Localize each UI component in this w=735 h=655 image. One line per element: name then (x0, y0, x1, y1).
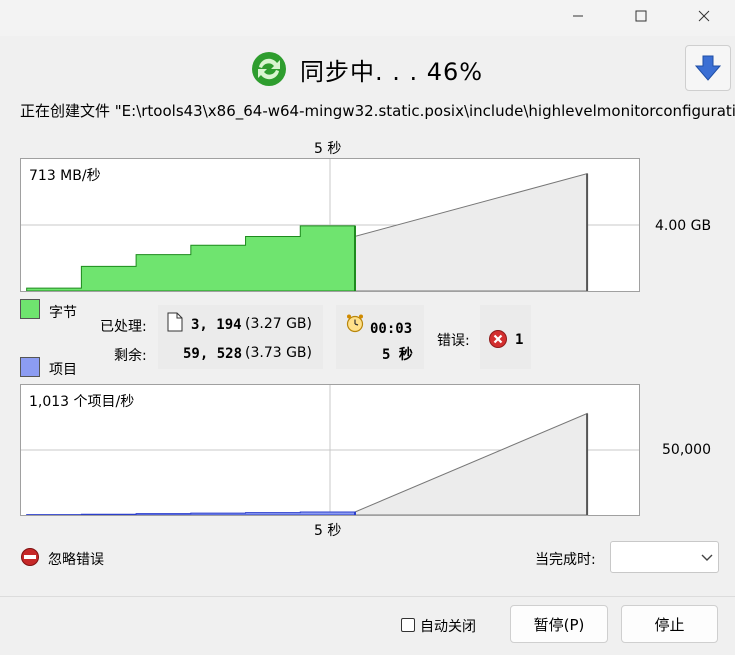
error-icon (488, 329, 508, 353)
stop-button[interactable]: 停止 (621, 605, 718, 643)
maximize-button[interactable] (618, 0, 664, 32)
close-button[interactable] (681, 0, 727, 32)
items-rate-label: 1,013 个项目/秒 (29, 394, 135, 410)
remaining-size: (3.73 GB) (245, 345, 312, 361)
remaining-time: 5 秒 (382, 347, 413, 363)
auto-close-label[interactable]: 自动关闭 (420, 616, 476, 636)
status-title: 同步中. . . 46% (300, 58, 484, 86)
processed-label: 已处理: (100, 319, 147, 335)
arrow-down-icon (694, 55, 722, 81)
remaining-label: 剩余: (114, 348, 147, 364)
items-legend-label: 项目 (49, 362, 77, 378)
bytes-graph-time-label: 5 秒 (314, 141, 342, 157)
bytes-legend-label: 字节 (49, 305, 77, 321)
bytes-graph: 713 MB/秒 (20, 158, 640, 292)
remaining-count: 59, 528 (183, 346, 243, 362)
items-projection-area (354, 412, 588, 515)
bytes-projection-area (354, 173, 588, 291)
bytes-rate-label: 713 MB/秒 (29, 168, 101, 184)
sync-arrows-icon (250, 50, 288, 92)
items-max-label: 50,000 (662, 442, 711, 458)
current-operation-text: 正在创建文件 "E:\rtools43\x86_64-w64-mingw32.s… (20, 102, 735, 120)
ignore-errors-icon[interactable] (20, 547, 40, 571)
bytes-legend-swatch (20, 299, 40, 319)
close-icon (698, 10, 710, 22)
bytes-graph-canvas (21, 159, 639, 291)
on-completion-select[interactable] (610, 541, 719, 573)
minimize-icon (573, 15, 583, 17)
details-toggle-button[interactable] (685, 45, 731, 91)
elapsed-time: 00:03 (370, 321, 413, 337)
items-graph-time-label: 5 秒 (314, 523, 342, 539)
errors-count: 1 (515, 332, 524, 348)
bytes-actual-area (26, 225, 356, 291)
processed-count: 3, 194 (191, 317, 242, 333)
bytes-max-label: 4.00 GB (655, 218, 712, 234)
title-bar (0, 0, 735, 36)
minimize-button[interactable] (555, 0, 601, 32)
ignore-errors-label[interactable]: 忽略错误 (48, 549, 104, 569)
items-actual-area (26, 511, 356, 515)
maximize-icon (635, 10, 647, 22)
items-graph: 1,013 个项目/秒 (20, 384, 640, 516)
items-legend-swatch (20, 357, 40, 377)
clock-icon (345, 313, 365, 337)
pause-button[interactable]: 暂停(P) (510, 605, 608, 643)
chevron-down-icon (701, 554, 713, 561)
processed-size: (3.27 GB) (245, 316, 312, 332)
errors-label: 错误: (437, 333, 470, 349)
file-icon (167, 312, 183, 336)
on-completion-label: 当完成时: (535, 552, 596, 568)
auto-close-checkbox[interactable] (401, 618, 415, 632)
